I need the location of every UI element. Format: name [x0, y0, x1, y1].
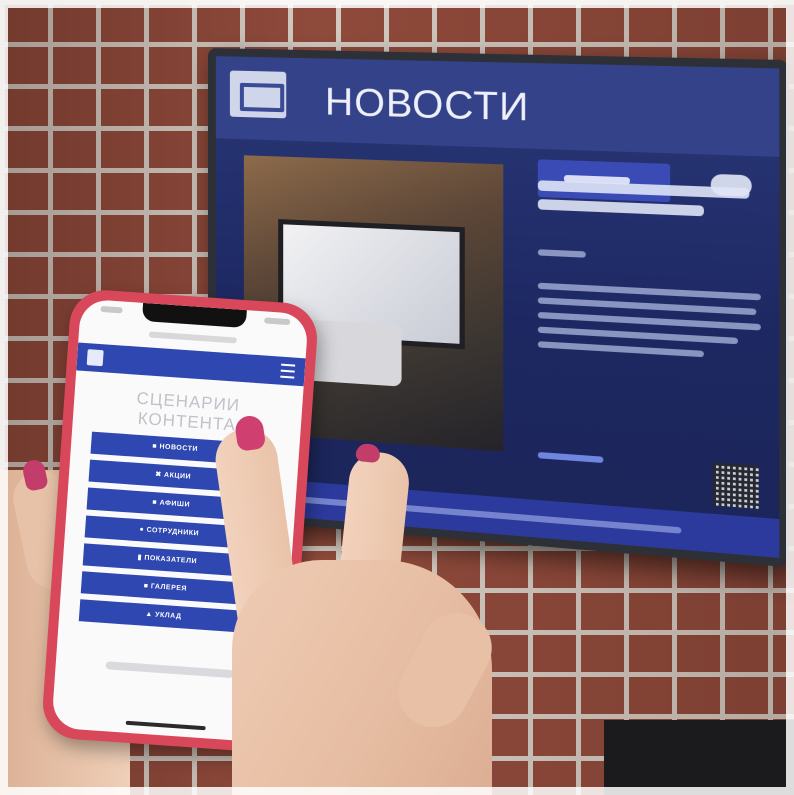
tv-news-label: [537, 249, 586, 258]
status-battery-icon: [263, 317, 291, 326]
tv-headline: [537, 199, 704, 217]
status-time: [100, 305, 123, 314]
dark-object: [604, 720, 794, 795]
phone-notch: [141, 302, 247, 329]
tv-news-body: [537, 326, 739, 345]
tv-header: НОВОСТИ: [215, 56, 780, 157]
phone-logo-icon[interactable]: [86, 349, 104, 367]
structure-button[interactable]: ▲ УКЛАД: [78, 599, 248, 633]
phone-nav-bar: [76, 342, 306, 387]
tv-news-link: [537, 451, 604, 464]
tv-news-body: [537, 297, 757, 316]
indicators-button[interactable]: ▮ ПОКАЗАТЕЛИ: [82, 543, 252, 578]
tv-ticker-text: [276, 494, 682, 534]
phone-footer-text: [105, 661, 234, 679]
tv-news-body: [537, 282, 761, 301]
tv-news-body: [537, 341, 704, 358]
gallery-button[interactable]: ■ ГАЛЕРЕЯ: [80, 571, 250, 605]
home-indicator[interactable]: [125, 720, 206, 731]
tv-logo-icon: [229, 70, 287, 119]
hamburger-menu-icon[interactable]: [280, 363, 296, 379]
qr-code-icon: [713, 462, 759, 509]
browser-address-bar[interactable]: [148, 331, 237, 344]
photo-scene: НОВОСТИ СЦЕНАРИИ КОНТЕНТА ■ НОВОСТИ ✖ АК…: [0, 0, 794, 795]
tv-page-title: НОВОСТИ: [324, 80, 530, 130]
